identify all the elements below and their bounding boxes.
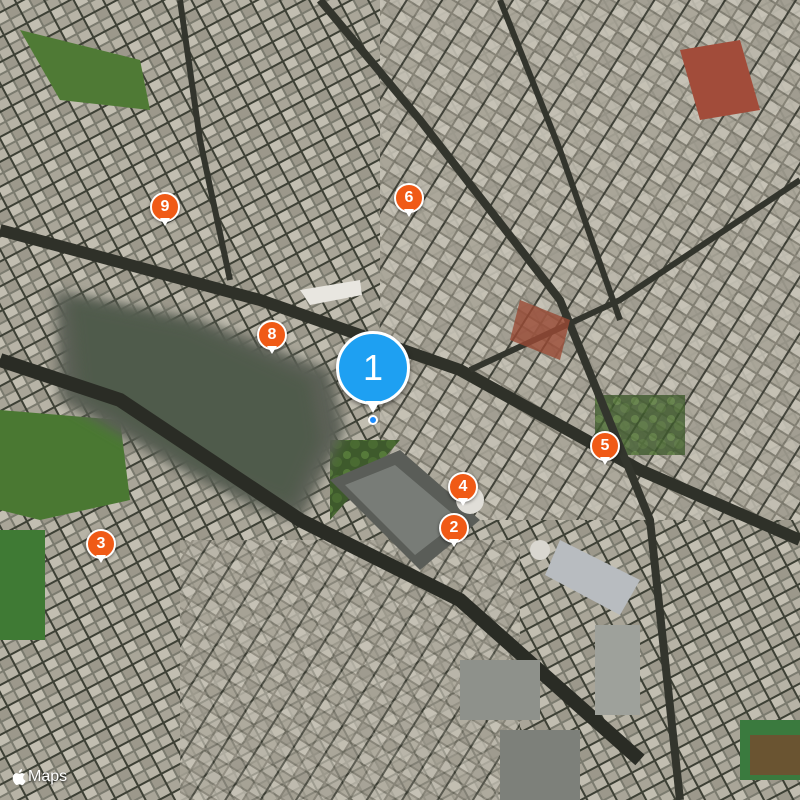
marker-pointer [404,209,414,217]
map-marker-6[interactable]: 6 [394,183,424,221]
marker-pointer [96,555,106,563]
maps-attribution[interactable]: Maps [12,766,67,788]
marker-pointer [160,218,170,226]
marker-pointer [449,539,459,547]
marker-label: 1 [336,331,410,405]
marker-pointer [600,457,610,465]
map-marker-1[interactable]: 1 [336,331,410,426]
map-marker-2[interactable]: 2 [439,513,469,551]
marker-pointer [458,498,468,506]
marker-pointer [267,346,277,354]
marker-pointer [366,401,380,413]
map-marker-3[interactable]: 3 [86,529,116,567]
location-dot [368,415,378,425]
maps-label: Maps [28,768,68,785]
map-marker-4[interactable]: 4 [448,472,478,510]
map-marker-8[interactable]: 8 [257,320,287,358]
map-marker-5[interactable]: 5 [590,431,620,469]
map-marker-9[interactable]: 9 [150,192,180,230]
apple-logo-icon [12,769,26,785]
satellite-map[interactable]: 9 6 8 5 4 2 3 1 Maps [0,0,800,800]
